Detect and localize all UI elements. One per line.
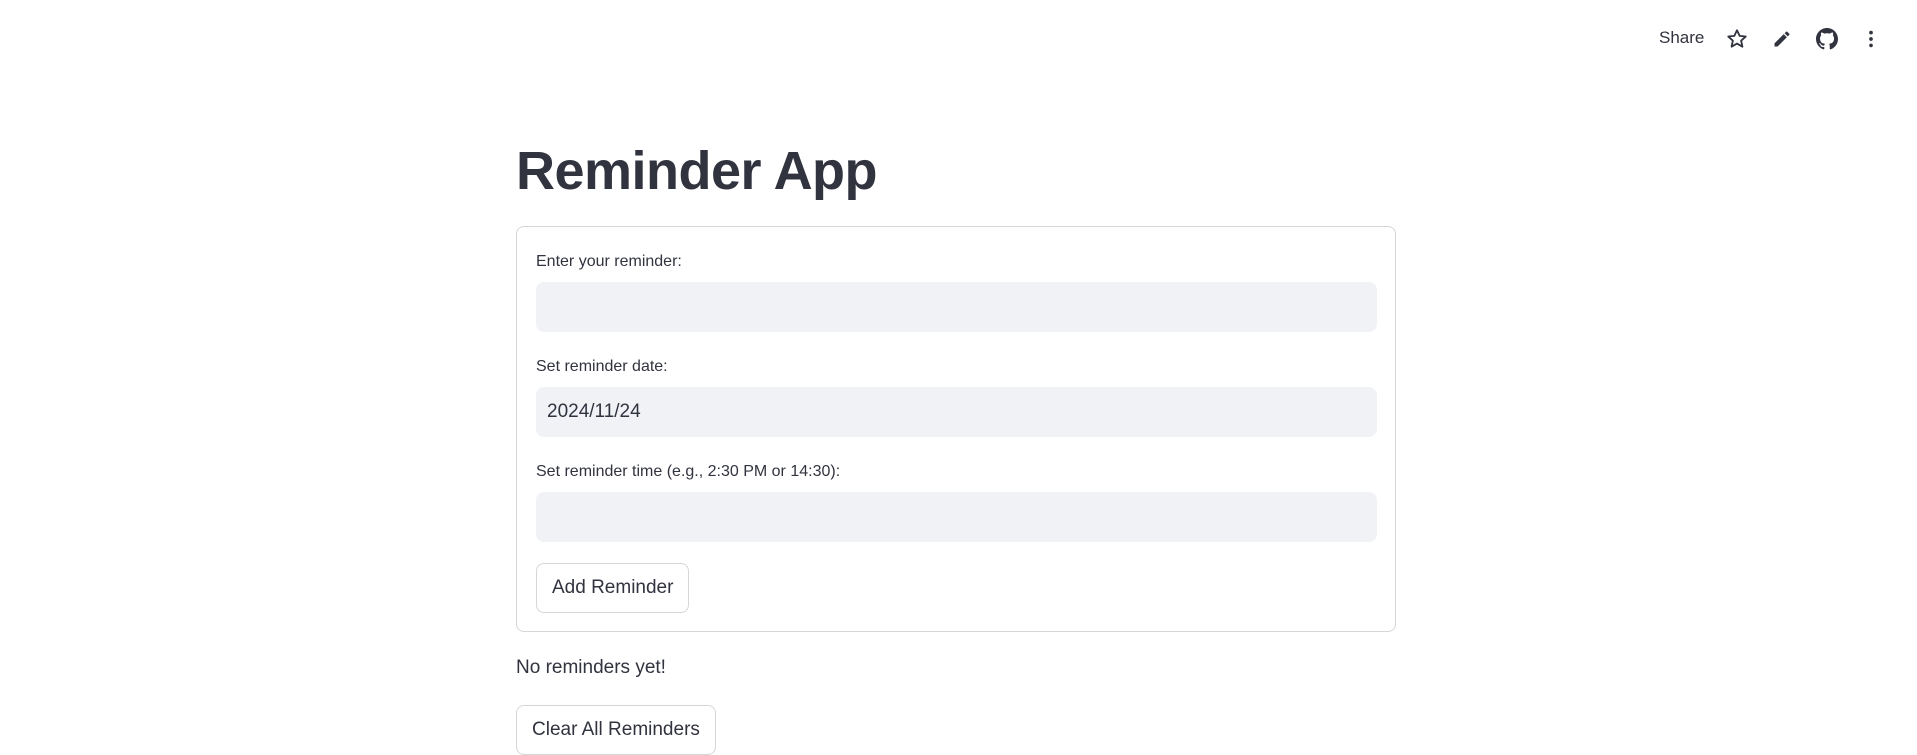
github-icon[interactable] xyxy=(1815,27,1839,51)
reminder-form: Enter your reminder: Set reminder date: … xyxy=(516,226,1396,632)
page-title: Reminder App xyxy=(516,141,878,201)
pencil-icon[interactable] xyxy=(1770,27,1794,51)
date-input[interactable] xyxy=(536,387,1377,437)
date-label: Set reminder date: xyxy=(536,358,668,375)
share-button[interactable]: Share xyxy=(1659,28,1704,48)
time-input[interactable] xyxy=(536,492,1377,542)
add-reminder-button[interactable]: Add Reminder xyxy=(536,563,690,613)
more-vertical-icon[interactable] xyxy=(1859,27,1883,51)
time-label: Set reminder time (e.g., 2:30 PM or 14:3… xyxy=(536,463,841,480)
status-text: No reminders yet! xyxy=(516,657,666,678)
reminder-input[interactable] xyxy=(536,282,1377,332)
star-icon[interactable] xyxy=(1725,27,1749,51)
clear-all-button[interactable]: Clear All Reminders xyxy=(516,705,716,755)
reminder-label: Enter your reminder: xyxy=(536,253,682,270)
